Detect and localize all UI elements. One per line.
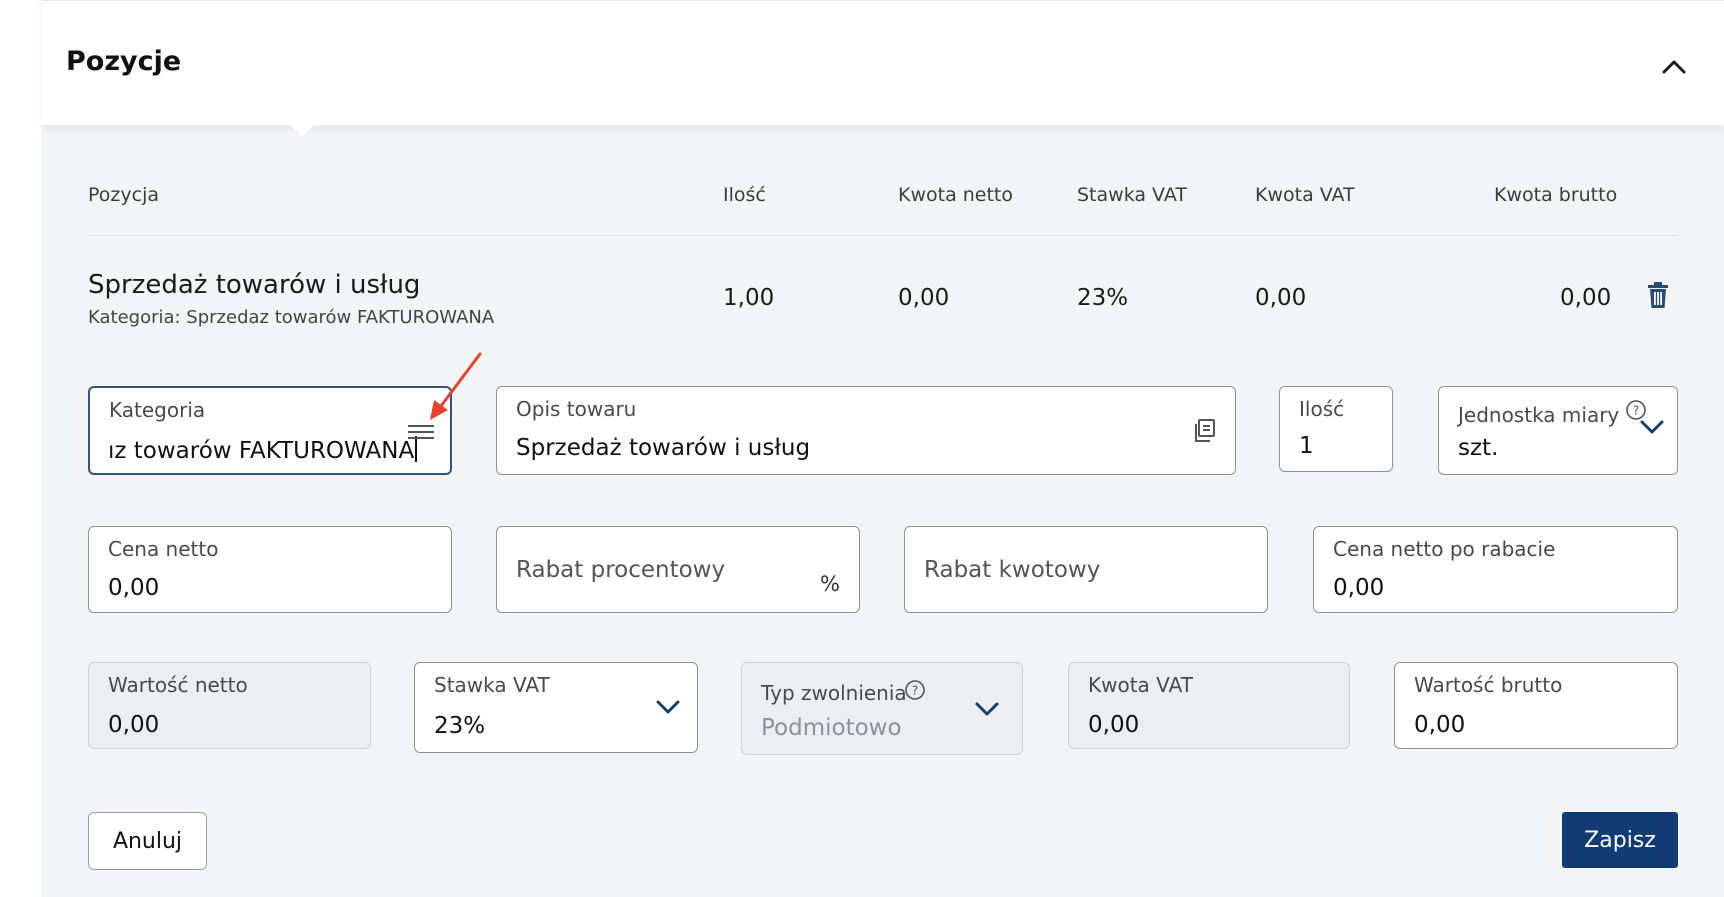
percent-suffix: % [820, 572, 840, 596]
chevron-up-icon[interactable] [1656, 52, 1692, 80]
header-stawka-vat: Stawka VAT [1077, 184, 1187, 206]
kwota-vat-label: Kwota VAT [1088, 673, 1193, 697]
cena-netto-label: Cena netto [108, 537, 219, 561]
header-ilosc: Ilość [723, 184, 766, 206]
header-pozycja: Pozycja [88, 184, 159, 206]
header-kwota-netto: Kwota netto [898, 184, 1014, 206]
kategoria-value[interactable]: ız towarów FAKTUROWANA [108, 438, 414, 464]
help-icon[interactable]: ? [904, 679, 926, 701]
ilosc-label: Ilość [1299, 397, 1345, 421]
arrow-annotation-icon [430, 352, 482, 420]
chevron-down-icon[interactable] [653, 697, 683, 717]
wartosc-netto-label: Wartość netto [108, 673, 248, 697]
item-qty: 1,00 [723, 285, 775, 311]
wartosc-netto-value: 0,00 [108, 712, 160, 738]
trash-icon[interactable] [1646, 281, 1670, 309]
wartosc-brutto-label: Wartość brutto [1414, 673, 1563, 697]
opis-towaru-field[interactable]: Opis towaru Sprzedaż towarów i usług [496, 386, 1236, 475]
ilosc-value[interactable]: 1 [1299, 433, 1314, 459]
wartosc-netto-field: Wartość netto 0,00 [88, 662, 371, 749]
typ-zwolnienia-label: Typ zwolnienia [761, 681, 907, 705]
cena-netto-field[interactable]: Cena netto 0,00 [88, 526, 452, 613]
opis-towaru-value[interactable]: Sprzedaż towarów i usług [516, 435, 810, 461]
cancel-button[interactable]: Anuluj [88, 812, 207, 870]
item-vat-amount: 0,00 [1255, 285, 1307, 311]
item-vat-rate: 23% [1077, 285, 1129, 311]
header-notch [284, 120, 320, 136]
svg-text:?: ? [1633, 404, 1639, 418]
list-icon[interactable] [408, 423, 434, 441]
cena-netto-po-rabacie-field[interactable]: Cena netto po rabacie 0,00 [1313, 526, 1678, 613]
typ-zwolnienia-value: Podmiotowo [761, 715, 902, 741]
jednostka-miary-value: szt. [1458, 435, 1499, 461]
stawka-vat-label: Stawka VAT [434, 673, 550, 697]
rabat-kwotowy-field[interactable]: Rabat kwotowy [904, 526, 1268, 613]
header-kwota-brutto: Kwota brutto [1494, 184, 1618, 206]
typ-zwolnienia-select: Typ zwolnienia ? Podmiotowo [741, 662, 1023, 755]
cena-netto-value[interactable]: 0,00 [108, 575, 159, 601]
cena-netto-po-rabacie-label: Cena netto po rabacie [1333, 537, 1556, 561]
rabat-kwotowy-placeholder: Rabat kwotowy [924, 557, 1101, 583]
wartosc-brutto-field[interactable]: Wartość brutto 0,00 [1394, 662, 1678, 749]
chevron-down-icon[interactable] [1637, 417, 1667, 437]
kwota-vat-field: Kwota VAT 0,00 [1068, 662, 1350, 749]
opis-towaru-label: Opis towaru [516, 397, 637, 421]
item-name: Sprzedaż towarów i usług [88, 270, 421, 300]
document-icon[interactable] [1194, 419, 1216, 443]
item-net: 0,00 [898, 285, 950, 311]
stawka-vat-select[interactable]: Stawka VAT 23% [414, 662, 698, 753]
jednostka-miary-label: Jednostka miary [1458, 403, 1620, 427]
wartosc-brutto-value[interactable]: 0,00 [1414, 712, 1465, 738]
ilosc-field[interactable]: Ilość 1 [1279, 386, 1393, 472]
kwota-vat-value: 0,00 [1088, 712, 1140, 738]
save-button[interactable]: Zapisz [1562, 812, 1678, 868]
item-category: Kategoria: Sprzedaz towarów FAKTUROWANA [88, 307, 495, 328]
item-gross: 0,00 [1560, 285, 1612, 311]
kategoria-value-wrap: ız towarów FAKTUROWANA [108, 436, 418, 464]
table-divider [88, 235, 1678, 236]
stawka-vat-value: 23% [434, 713, 486, 739]
rabat-procentowy-placeholder: Rabat procentowy [516, 557, 726, 583]
cena-netto-po-rabacie-value[interactable]: 0,00 [1333, 575, 1384, 601]
chevron-down-icon [975, 702, 999, 716]
kategoria-field[interactable]: Kategoria ız towarów FAKTUROWANA [88, 386, 452, 475]
rabat-procentowy-field[interactable]: Rabat procentowy % [496, 526, 860, 613]
header-kwota-vat: Kwota VAT [1255, 184, 1355, 206]
jednostka-miary-select[interactable]: Jednostka miary ? szt. [1438, 386, 1678, 475]
svg-text:?: ? [912, 684, 918, 698]
section-header[interactable] [41, 0, 1724, 125]
kategoria-label: Kategoria [109, 398, 206, 422]
section-title: Pozycje [66, 46, 182, 77]
